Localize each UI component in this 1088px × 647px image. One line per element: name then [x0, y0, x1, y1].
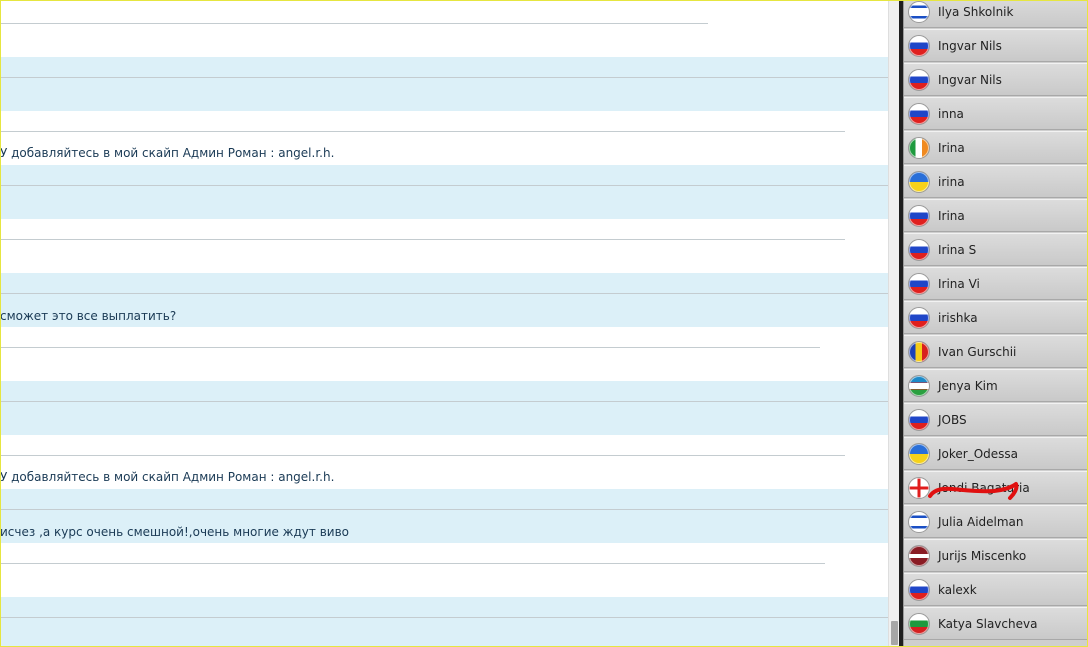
user-list-item[interactable]: Ilya Shkolnik: [904, 0, 1087, 28]
chat-row: исчез ,а курс очень смешной!,очень многи…: [0, 489, 888, 543]
user-name: Katya Slavcheva: [938, 616, 1038, 631]
user-list-item[interactable]: Katya Slavcheva: [904, 607, 1087, 640]
divider: [0, 509, 888, 510]
user-name: irishka: [938, 310, 978, 325]
chat-message: исчез ,а курс очень смешной!,очень многи…: [0, 525, 349, 539]
chat-row: [0, 57, 888, 111]
user-list-item[interactable]: kalexk: [904, 573, 1087, 606]
user-list-item[interactable]: Irina Vi: [904, 267, 1087, 300]
russia-flag-icon: [908, 408, 930, 431]
user-name: Joker_Odessa: [938, 446, 1019, 461]
user-name: Jurijs Miscenko: [938, 548, 1027, 563]
user-name: irina: [938, 174, 965, 189]
user-name: kalexk: [938, 582, 977, 597]
divider: [0, 293, 888, 294]
user-list-item[interactable]: JOBS: [904, 403, 1087, 436]
russia-flag-icon: [908, 68, 930, 91]
israel-flag-icon: [908, 510, 930, 533]
chat-row: [0, 165, 888, 219]
user-list-item[interactable]: Irina S: [904, 233, 1087, 266]
latvia-flag-icon: [908, 544, 930, 567]
chat-row: [0, 381, 888, 435]
user-list-item[interactable]: Julia Aidelman: [904, 505, 1087, 538]
chat-row: У добавляйтесь в мой скайп Админ Роман :…: [0, 435, 888, 489]
chat-row: сможет это все выплатить?: [0, 273, 888, 327]
user-name: Irina: [938, 208, 965, 223]
chat-row: [0, 327, 888, 381]
user-name: Irina: [938, 140, 965, 155]
user-name: Jondi Bagaturia: [938, 480, 1030, 495]
divider: [0, 563, 825, 564]
user-name: Irina S: [938, 242, 977, 257]
uzbekistan-flag-icon: [908, 374, 930, 397]
scrollbar-thumb[interactable]: [891, 621, 898, 645]
ukraine-flag-icon: [908, 442, 930, 465]
chat-area: У добавляйтесь в мой скайп Админ Роман :…: [0, 0, 888, 647]
chat-message: У добавляйтесь в мой скайп Админ Роман :…: [0, 146, 335, 160]
chat-row: [0, 543, 888, 597]
divider: [0, 401, 888, 402]
user-name: inna: [938, 106, 964, 121]
divider: [0, 239, 845, 240]
chat-message: У добавляйтесь в мой скайп Админ Роман :…: [0, 470, 335, 484]
user-list-item[interactable]: irina: [904, 165, 1087, 198]
user-list-item[interactable]: inna: [904, 97, 1087, 130]
russia-flag-icon: [908, 238, 930, 261]
user-name: Ivan Gurschii: [938, 344, 1017, 359]
user-list-item[interactable]: Irina: [904, 131, 1087, 164]
user-list-item[interactable]: Joker_Odessa: [904, 437, 1087, 470]
user-list-item[interactable]: irishka: [904, 301, 1087, 334]
divider: [0, 347, 820, 348]
russia-flag-icon: [908, 34, 930, 57]
ireland-flag-icon: [908, 136, 930, 159]
russia-flag-icon: [908, 578, 930, 601]
bulgaria-flag-icon: [908, 612, 930, 635]
user-list-item[interactable]: Jurijs Miscenko: [904, 539, 1087, 572]
user-list-item[interactable]: Ingvar Nils: [904, 63, 1087, 96]
israel-flag-icon: [908, 0, 930, 23]
divider: [0, 131, 845, 132]
chat-row: У добавляйтесь в мой скайп Админ Роман :…: [0, 111, 888, 165]
user-name: Jenya Kim: [938, 378, 998, 393]
russia-flag-icon: [908, 306, 930, 329]
user-name: Irina Vi: [938, 276, 980, 291]
user-list-item[interactable]: Ingvar Nils: [904, 29, 1087, 62]
russia-flag-icon: [908, 272, 930, 295]
divider: [0, 455, 845, 456]
user-name: JOBS: [938, 412, 967, 427]
user-list: Ilya Shkolnik Ingvar Nils Ingvar Nils in…: [903, 0, 1087, 647]
divider: [0, 77, 888, 78]
chat-message: сможет это все выплатить?: [0, 309, 177, 323]
russia-flag-icon: [908, 204, 930, 227]
user-name: Ingvar Nils: [938, 72, 1002, 87]
moldova-flag-icon: [908, 340, 930, 363]
ukraine-flag-icon: [908, 170, 930, 193]
chat-scrollbar[interactable]: [888, 0, 899, 647]
user-name: Ingvar Nils: [938, 38, 1002, 53]
user-list-item[interactable]: Jenya Kim: [904, 369, 1087, 402]
chat-row: [0, 597, 888, 647]
divider: [0, 617, 888, 618]
divider: [0, 23, 708, 24]
chat-row: [0, 0, 888, 54]
user-name: Julia Aidelman: [938, 514, 1024, 529]
georgia-flag-icon: [908, 476, 930, 499]
user-name: Ilya Shkolnik: [938, 4, 1014, 19]
chat-row: [0, 219, 888, 273]
russia-flag-icon: [908, 102, 930, 125]
divider: [0, 185, 888, 186]
user-list-item[interactable]: Jondi Bagaturia: [904, 471, 1087, 504]
user-list-item[interactable]: Ivan Gurschii: [904, 335, 1087, 368]
user-list-item[interactable]: Irina: [904, 199, 1087, 232]
